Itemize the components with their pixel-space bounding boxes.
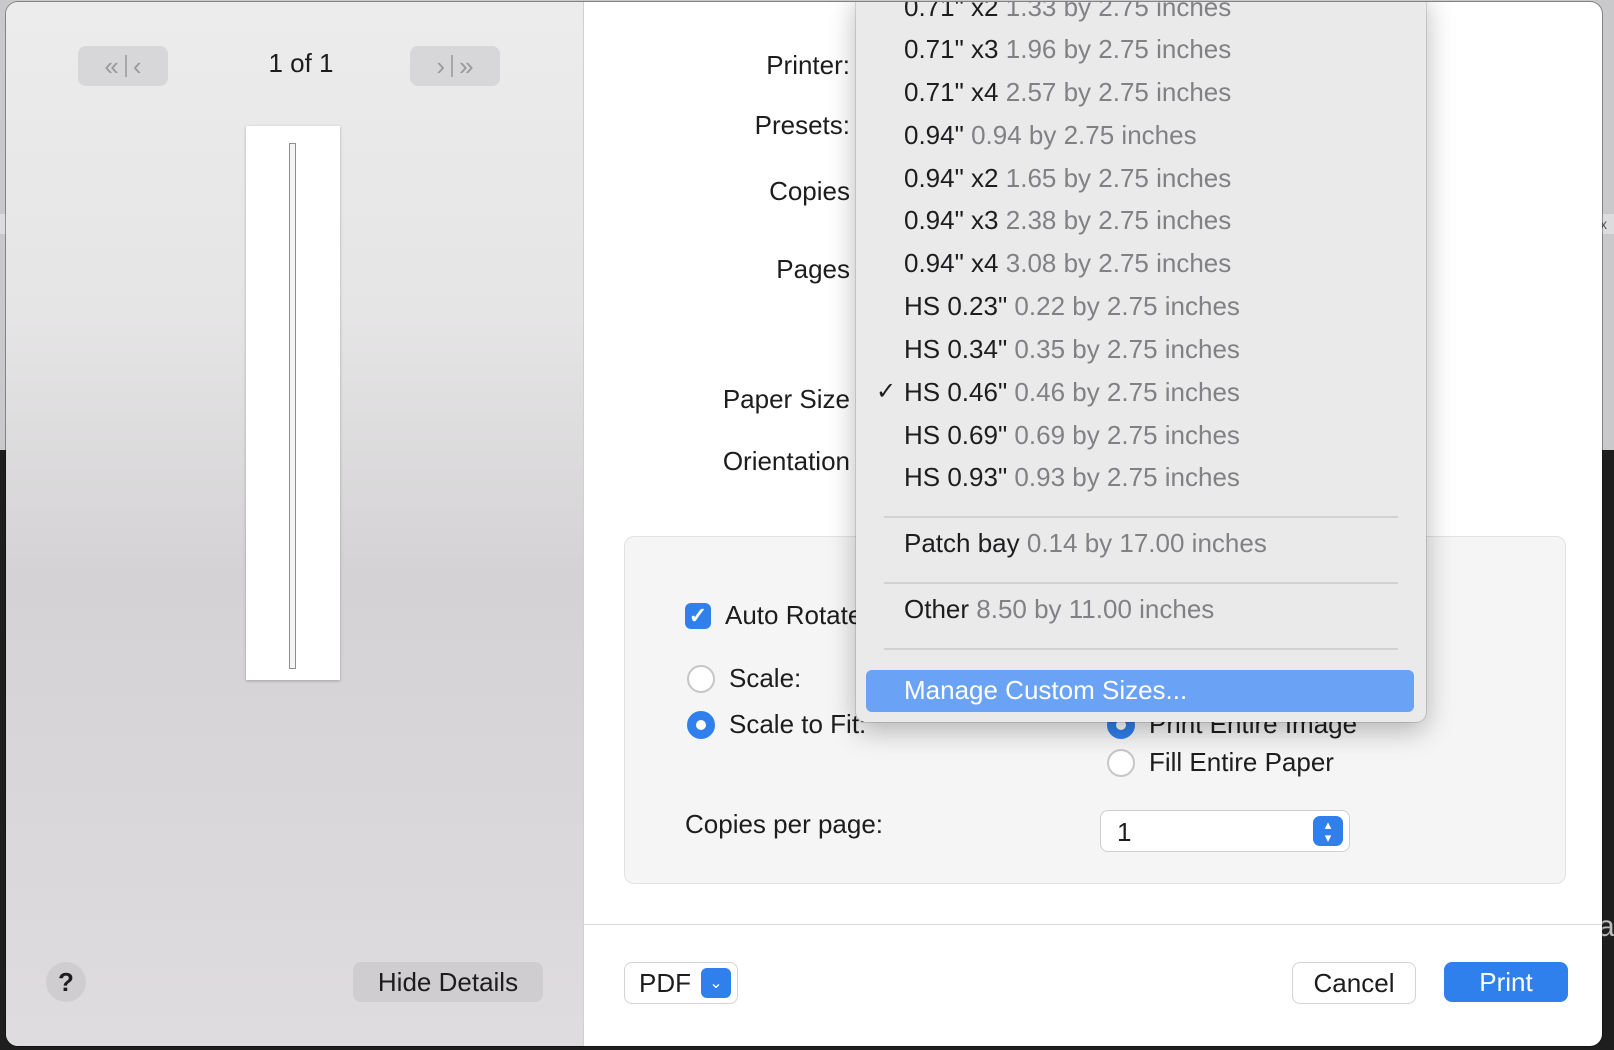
manage-custom-sizes-label: Manage Custom Sizes...: [904, 675, 1188, 705]
footer-divider: [583, 924, 1602, 925]
menu-item-paper-size[interactable]: 0.94" x2 1.65 by 2.75 inches: [904, 163, 1231, 194]
next-last-page-button[interactable]: › »: [410, 46, 500, 86]
menu-item-paper-size[interactable]: 0.94" x4 3.08 by 2.75 inches: [904, 248, 1231, 279]
checkmark-icon: ✓: [688, 603, 708, 628]
presets-label: Presets:: [754, 110, 850, 140]
pages-label: Pages: [776, 254, 850, 284]
menu-item-patch-bay[interactable]: Patch bay 0.14 by 17.00 inches: [904, 528, 1267, 559]
pdf-menu-button[interactable]: PDF ⌄: [624, 962, 738, 1004]
separator: [451, 55, 454, 77]
menu-item-paper-size[interactable]: HS 0.23" 0.22 by 2.75 inches: [904, 291, 1240, 322]
chevron-left-icon: ‹: [132, 50, 142, 81]
pdf-label: PDF: [639, 968, 691, 998]
copies-per-page-label: Copies per page:: [685, 809, 884, 839]
paper-size-label: Paper Size: [722, 384, 850, 414]
print-button[interactable]: Print: [1444, 962, 1568, 1002]
scale-label: Scale:: [729, 663, 802, 693]
menu-item-other[interactable]: Other 8.50 by 11.00 inches: [904, 594, 1214, 625]
copies-label: Copies: [769, 176, 850, 206]
fill-entire-paper-radio[interactable]: [1107, 749, 1135, 777]
printer-label: Printer:: [766, 50, 850, 80]
checkmark-icon: ✓: [876, 378, 897, 405]
menu-item-paper-size[interactable]: HS 0.93" 0.93 by 2.75 inches: [904, 462, 1240, 493]
first-previous-page-button[interactable]: « ‹: [78, 46, 168, 86]
separator: [124, 55, 127, 77]
scale-to-fit-radio[interactable]: [687, 711, 715, 739]
preview-pane: « ‹ 1 of 1 › » ? Hide Details: [6, 2, 584, 1046]
hide-details-button[interactable]: Hide Details: [353, 962, 543, 1002]
menu-item-paper-size[interactable]: 0.94" 0.94 by 2.75 inches: [904, 120, 1197, 151]
page-count: 1 of 1: [268, 48, 334, 78]
label-strip-preview: [289, 143, 296, 669]
menu-separator: [884, 516, 1398, 518]
scale-to-fit-label: Scale to Fit:: [729, 709, 867, 739]
menu-separator: [884, 582, 1398, 584]
menu-separator: [884, 648, 1398, 650]
print-dialog: « ‹ 1 of 1 › » ? Hide Details Printer: P…: [6, 2, 1602, 1046]
copies-per-page-select[interactable]: 1 ▴ ▾: [1100, 810, 1350, 852]
manage-custom-sizes-item[interactable]: Manage Custom Sizes...: [866, 670, 1414, 712]
copies-per-page-value: 1: [1117, 817, 1132, 847]
double-chevron-right-icon: »: [459, 50, 474, 81]
menu-item-paper-size-selected[interactable]: HS 0.46" 0.46 by 2.75 inches: [904, 377, 1240, 408]
menu-item-paper-size[interactable]: 0.94" x3 2.38 by 2.75 inches: [904, 205, 1231, 236]
paper-size-menu: 0.71" x2 1.33 by 2.75 inches 0.71" x3 1.…: [856, 2, 1426, 722]
double-chevron-left-icon: «: [104, 50, 119, 81]
scale-radio[interactable]: [687, 665, 715, 693]
auto-rotate-label: Auto Rotate: [725, 600, 863, 630]
cancel-button[interactable]: Cancel: [1292, 962, 1416, 1004]
orientation-label: Orientation: [722, 446, 850, 476]
chevron-right-icon: ›: [436, 50, 446, 81]
menu-item-paper-size[interactable]: 0.71" x2 1.33 by 2.75 inches: [904, 2, 1231, 23]
up-down-chevron-icon[interactable]: ▴ ▾: [1313, 816, 1343, 846]
auto-rotate-checkbox[interactable]: ✓: [685, 603, 711, 629]
menu-item-paper-size[interactable]: 0.71" x4 2.57 by 2.75 inches: [904, 77, 1231, 108]
page-preview: [246, 126, 340, 680]
menu-item-paper-size[interactable]: HS 0.34" 0.35 by 2.75 inches: [904, 334, 1240, 365]
menu-item-paper-size[interactable]: HS 0.69" 0.69 by 2.75 inches: [904, 420, 1240, 451]
help-button[interactable]: ?: [46, 962, 86, 1002]
chevron-down-icon: ⌄: [701, 968, 731, 998]
menu-item-paper-size[interactable]: 0.71" x3 1.96 by 2.75 inches: [904, 34, 1231, 65]
fill-entire-paper-label: Fill Entire Paper: [1149, 747, 1334, 777]
